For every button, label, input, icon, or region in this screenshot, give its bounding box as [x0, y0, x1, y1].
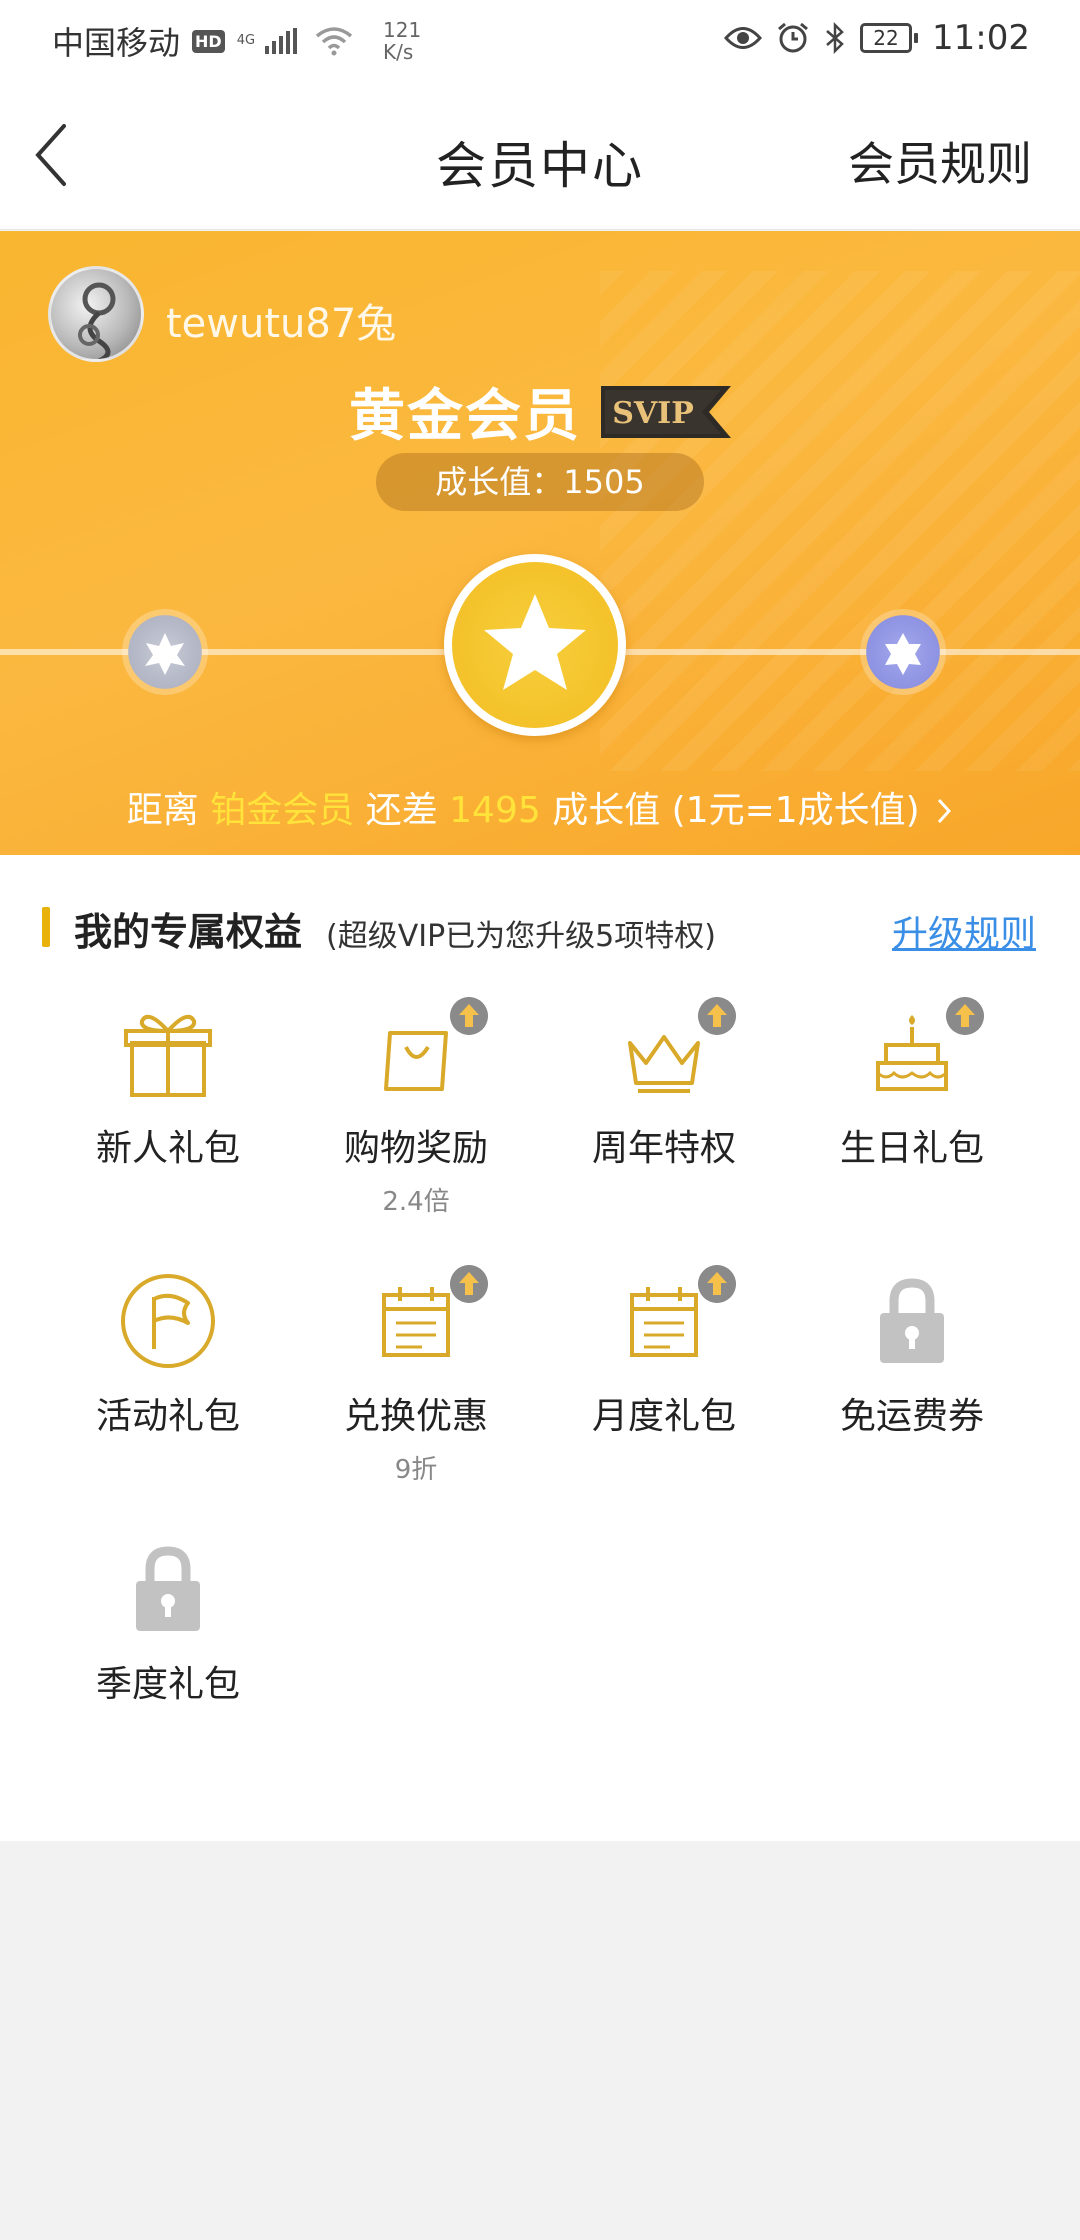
- flag-icon: [121, 1274, 215, 1368]
- wifi-icon: [315, 27, 353, 56]
- section-accent-bar: [42, 907, 50, 947]
- lock-icon: [136, 1546, 200, 1631]
- hd-icon: HD: [192, 29, 225, 53]
- upgrade-badge-icon: [698, 997, 736, 1035]
- platinum-star-icon: [885, 633, 921, 675]
- benefit-item[interactable]: 购物奖励 2.4倍: [292, 995, 540, 1263]
- benefit-item[interactable]: 免运费券: [788, 1263, 1036, 1531]
- alarm-icon: [778, 22, 808, 53]
- benefit-item[interactable]: 活动礼包: [44, 1263, 292, 1531]
- svip-text: SVIP: [612, 396, 694, 431]
- nav-header: 会员中心 会员规则: [0, 80, 1080, 230]
- benefit-label: 兑换优惠: [343, 1396, 488, 1437]
- section-title: 我的专属权益: [74, 910, 303, 954]
- upgrade-badge-icon: [698, 1265, 736, 1303]
- silver-star-icon: [145, 633, 185, 675]
- lock-icon: [880, 1278, 944, 1363]
- member-level: 黄金会员: [349, 384, 581, 449]
- benefit-item[interactable]: 季度礼包: [44, 1531, 292, 1799]
- battery-icon: 22: [860, 23, 919, 53]
- upgrade-badge-icon: [450, 1265, 488, 1303]
- upgrade-badge-icon: [946, 997, 984, 1035]
- benefit-label: 月度礼包: [591, 1396, 736, 1437]
- benefit-sub: 2.4倍: [382, 1187, 450, 1217]
- status-bar: 中国移动 HD 4G 121 K/s 22 11:02: [0, 0, 1080, 80]
- platinum-level-node: [860, 609, 946, 695]
- level-row: 黄金会员 SVIP: [0, 371, 1080, 452]
- remaining-growth: 1495: [449, 790, 541, 831]
- avatar-image: [78, 282, 116, 359]
- progress-mid: 还差: [354, 790, 450, 831]
- benefit-item[interactable]: 月度礼包: [540, 1263, 788, 1531]
- svip-badge: SVIP: [601, 385, 731, 438]
- status-right: 22 11:02: [724, 18, 1030, 58]
- gift-icon: [124, 1014, 212, 1097]
- next-level-name: 铂金会员: [210, 790, 355, 831]
- avatar[interactable]: [48, 266, 144, 362]
- speed-unit: K/s: [383, 40, 414, 64]
- benefit-label: 活动礼包: [95, 1396, 240, 1437]
- benefit-sub: 9折: [394, 1455, 438, 1485]
- benefit-label: 季度礼包: [95, 1664, 240, 1705]
- growth-value: 成长值：1505: [376, 453, 704, 511]
- signal-icon: [265, 28, 298, 54]
- network-type: 4G: [236, 33, 256, 48]
- benefit-label: 周年特权: [591, 1128, 736, 1169]
- gold-level-node: [444, 554, 626, 736]
- network-speed: 121 K/s: [383, 19, 421, 63]
- benefit-item[interactable]: 周年特权: [540, 995, 788, 1263]
- svip-badge-shape: SVIP: [601, 385, 731, 438]
- chevron-right-icon: [938, 798, 952, 824]
- progress-suffix: 成长值 (1元=1成长值): [540, 790, 920, 831]
- silver-level-node: [122, 609, 208, 695]
- bluetooth-icon: [826, 21, 844, 55]
- upgrade-badge-icon: [450, 997, 488, 1035]
- section-subtitle: (超级VIP已为您升级5项特权): [326, 919, 716, 954]
- upgrade-progress[interactable]: 距离 铂金会员 还差 1495 成长值 (1元=1成长值): [0, 781, 1080, 833]
- status-left: 中国移动 HD 4G 121 K/s: [52, 18, 421, 64]
- clock: 11:02: [932, 18, 1030, 58]
- benefits-section: 我的专属权益 (超级VIP已为您升级5项特权) 升级规则 新人礼包 购物奖励 2…: [0, 855, 1080, 1841]
- member-rules-link[interactable]: 会员规则: [848, 128, 1032, 194]
- speed-value: 121: [383, 18, 422, 42]
- benefit-label: 生日礼包: [839, 1128, 984, 1169]
- username: tewutu87兔: [166, 301, 397, 347]
- benefit-label: 新人礼包: [95, 1128, 240, 1169]
- benefits-grid: 新人礼包 购物奖励 2.4倍 周年特权 生日礼包 活动礼包 兑换优惠 9折 月度…: [0, 995, 1080, 1799]
- upgrade-rules-link[interactable]: 升级规则: [892, 905, 1036, 957]
- benefit-item[interactable]: 生日礼包: [788, 995, 1036, 1263]
- eye-icon: [724, 27, 763, 49]
- benefit-label: 免运费券: [839, 1396, 984, 1437]
- benefit-label: 购物奖励: [343, 1128, 488, 1169]
- benefit-item[interactable]: 兑换优惠 9折: [292, 1263, 540, 1531]
- gold-star-icon: [484, 594, 586, 690]
- membership-banner: tewutu87兔 黄金会员 SVIP 成长值：1505 距离 铂金会员 还差 …: [0, 231, 1080, 855]
- carrier-name: 中国移动: [52, 24, 181, 62]
- progress-prefix: 距离: [126, 790, 211, 831]
- benefit-item[interactable]: 新人礼包: [44, 995, 292, 1263]
